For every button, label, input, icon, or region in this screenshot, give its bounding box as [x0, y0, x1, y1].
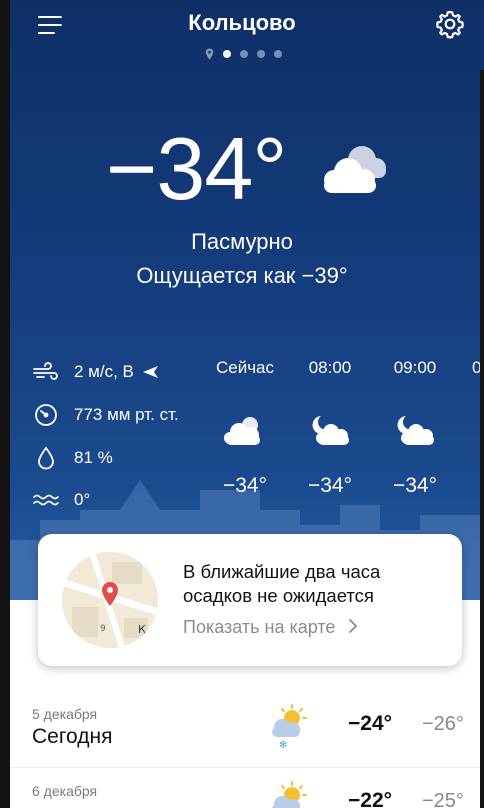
humidity-stat: 81 % [32, 446, 113, 470]
cloud-moon-icon [312, 416, 349, 445]
svg-text:✻: ✻ [279, 740, 287, 750]
precipitation-card[interactable]: 9 К В ближайшие два часа осадков не ожид… [38, 534, 462, 666]
gear-icon [436, 10, 464, 39]
pressure-stat: 773 мм рт. ст. [32, 403, 179, 427]
hourly-item[interactable]: 08:00 −34° [285, 358, 375, 498]
pager-dot-active[interactable] [223, 50, 231, 58]
location-pin-icon [205, 48, 214, 60]
chevron-right-icon [349, 619, 358, 633]
cloudy-icon [324, 146, 386, 193]
wind-stat: 2 м/с, В [32, 360, 160, 384]
screen-edge-left [0, 0, 10, 808]
feels-like-text: Ощущается как −39° [136, 263, 348, 288]
pager-dot[interactable] [274, 50, 282, 58]
precipitation-map-thumbnail[interactable]: 9 К [62, 552, 158, 648]
pager-dot[interactable] [257, 50, 265, 58]
cloud-moon-icon [397, 416, 434, 445]
hourly-item[interactable]: 09:00 −34° [370, 358, 460, 498]
settings-button[interactable] [434, 8, 466, 40]
condition-text: Пасмурно [191, 229, 293, 254]
precipitation-text: В ближайшие два часа осадков не ожидаетс… [183, 561, 381, 606]
water-temp-stat: 0° [32, 488, 90, 512]
screen-edge-right [480, 70, 484, 808]
drop-icon [32, 446, 60, 470]
cloud-sun-icon [224, 417, 260, 445]
show-on-map-link[interactable]: Показать на карте [183, 617, 358, 638]
pressure-gauge-icon [32, 403, 60, 427]
wind-direction-icon [142, 366, 158, 378]
city-title[interactable]: Кольцово [0, 10, 484, 36]
weather-screen: Кольцово −34° Пасмурно Ощущается как −39… [0, 0, 484, 808]
location-pager[interactable] [205, 47, 282, 61]
daily-forecast-row[interactable]: 6 декабря −22° −25° [10, 769, 484, 808]
wind-icon [32, 360, 60, 384]
waves-icon [32, 488, 60, 512]
snow-sun-cloud-icon: ✻ [272, 704, 307, 750]
pager-dot[interactable] [240, 50, 248, 58]
sun-cloud-icon [272, 781, 307, 808]
current-temperature: −34° [106, 119, 287, 218]
daily-forecast-row[interactable]: 5 декабря Сегодня ✻ −24° −26° [10, 692, 484, 768]
hourly-item[interactable]: Сейчас −34° [200, 358, 290, 498]
